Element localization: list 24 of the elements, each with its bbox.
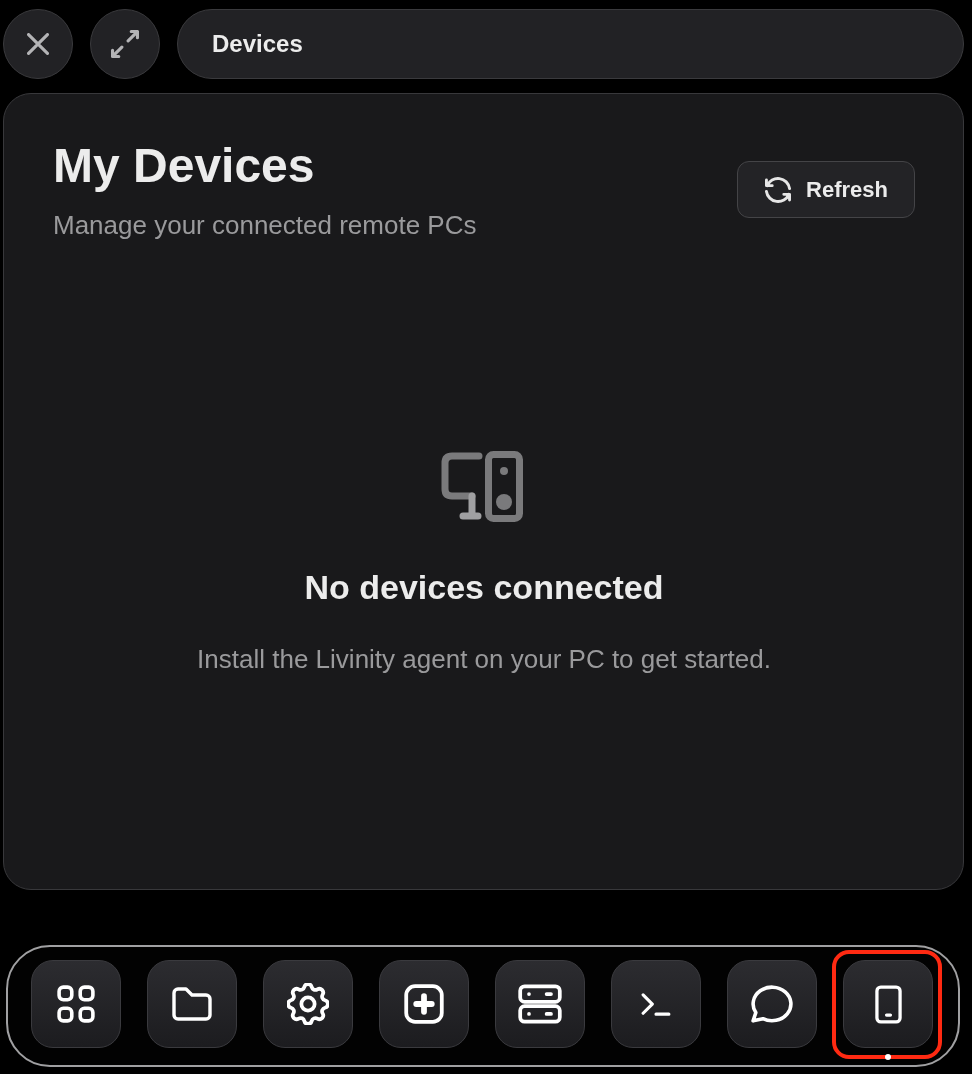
page-title: My Devices — [53, 138, 316, 193]
expand-icon — [111, 30, 139, 58]
dock-button[interactable] — [495, 960, 585, 1048]
folder-icon — [172, 987, 212, 1021]
dock-button[interactable] — [263, 960, 353, 1048]
window-title: Devices — [177, 9, 964, 79]
empty-state-title: No devices connected — [304, 567, 664, 608]
dock-button[interactable] — [843, 960, 933, 1048]
settings-icon — [287, 983, 329, 1025]
dock-button[interactable] — [31, 960, 121, 1048]
refresh-icon — [765, 176, 792, 203]
plus-square-icon — [404, 984, 444, 1024]
grid-icon — [57, 985, 95, 1023]
server-icon — [518, 984, 562, 1024]
close-icon — [27, 33, 49, 55]
chat-bubble-icon — [751, 984, 793, 1024]
dock-button[interactable] — [727, 960, 817, 1048]
empty-state-message: Install the Livinity agent on your PC to get started. — [197, 644, 771, 675]
refresh-button[interactable]: Refresh — [737, 161, 915, 218]
dock-button[interactable] — [147, 960, 237, 1048]
page-subtitle: Manage your connected remote PCs — [53, 210, 477, 241]
dock-button[interactable] — [379, 960, 469, 1048]
terminal-icon — [641, 992, 671, 1016]
phone-icon — [874, 984, 902, 1024]
